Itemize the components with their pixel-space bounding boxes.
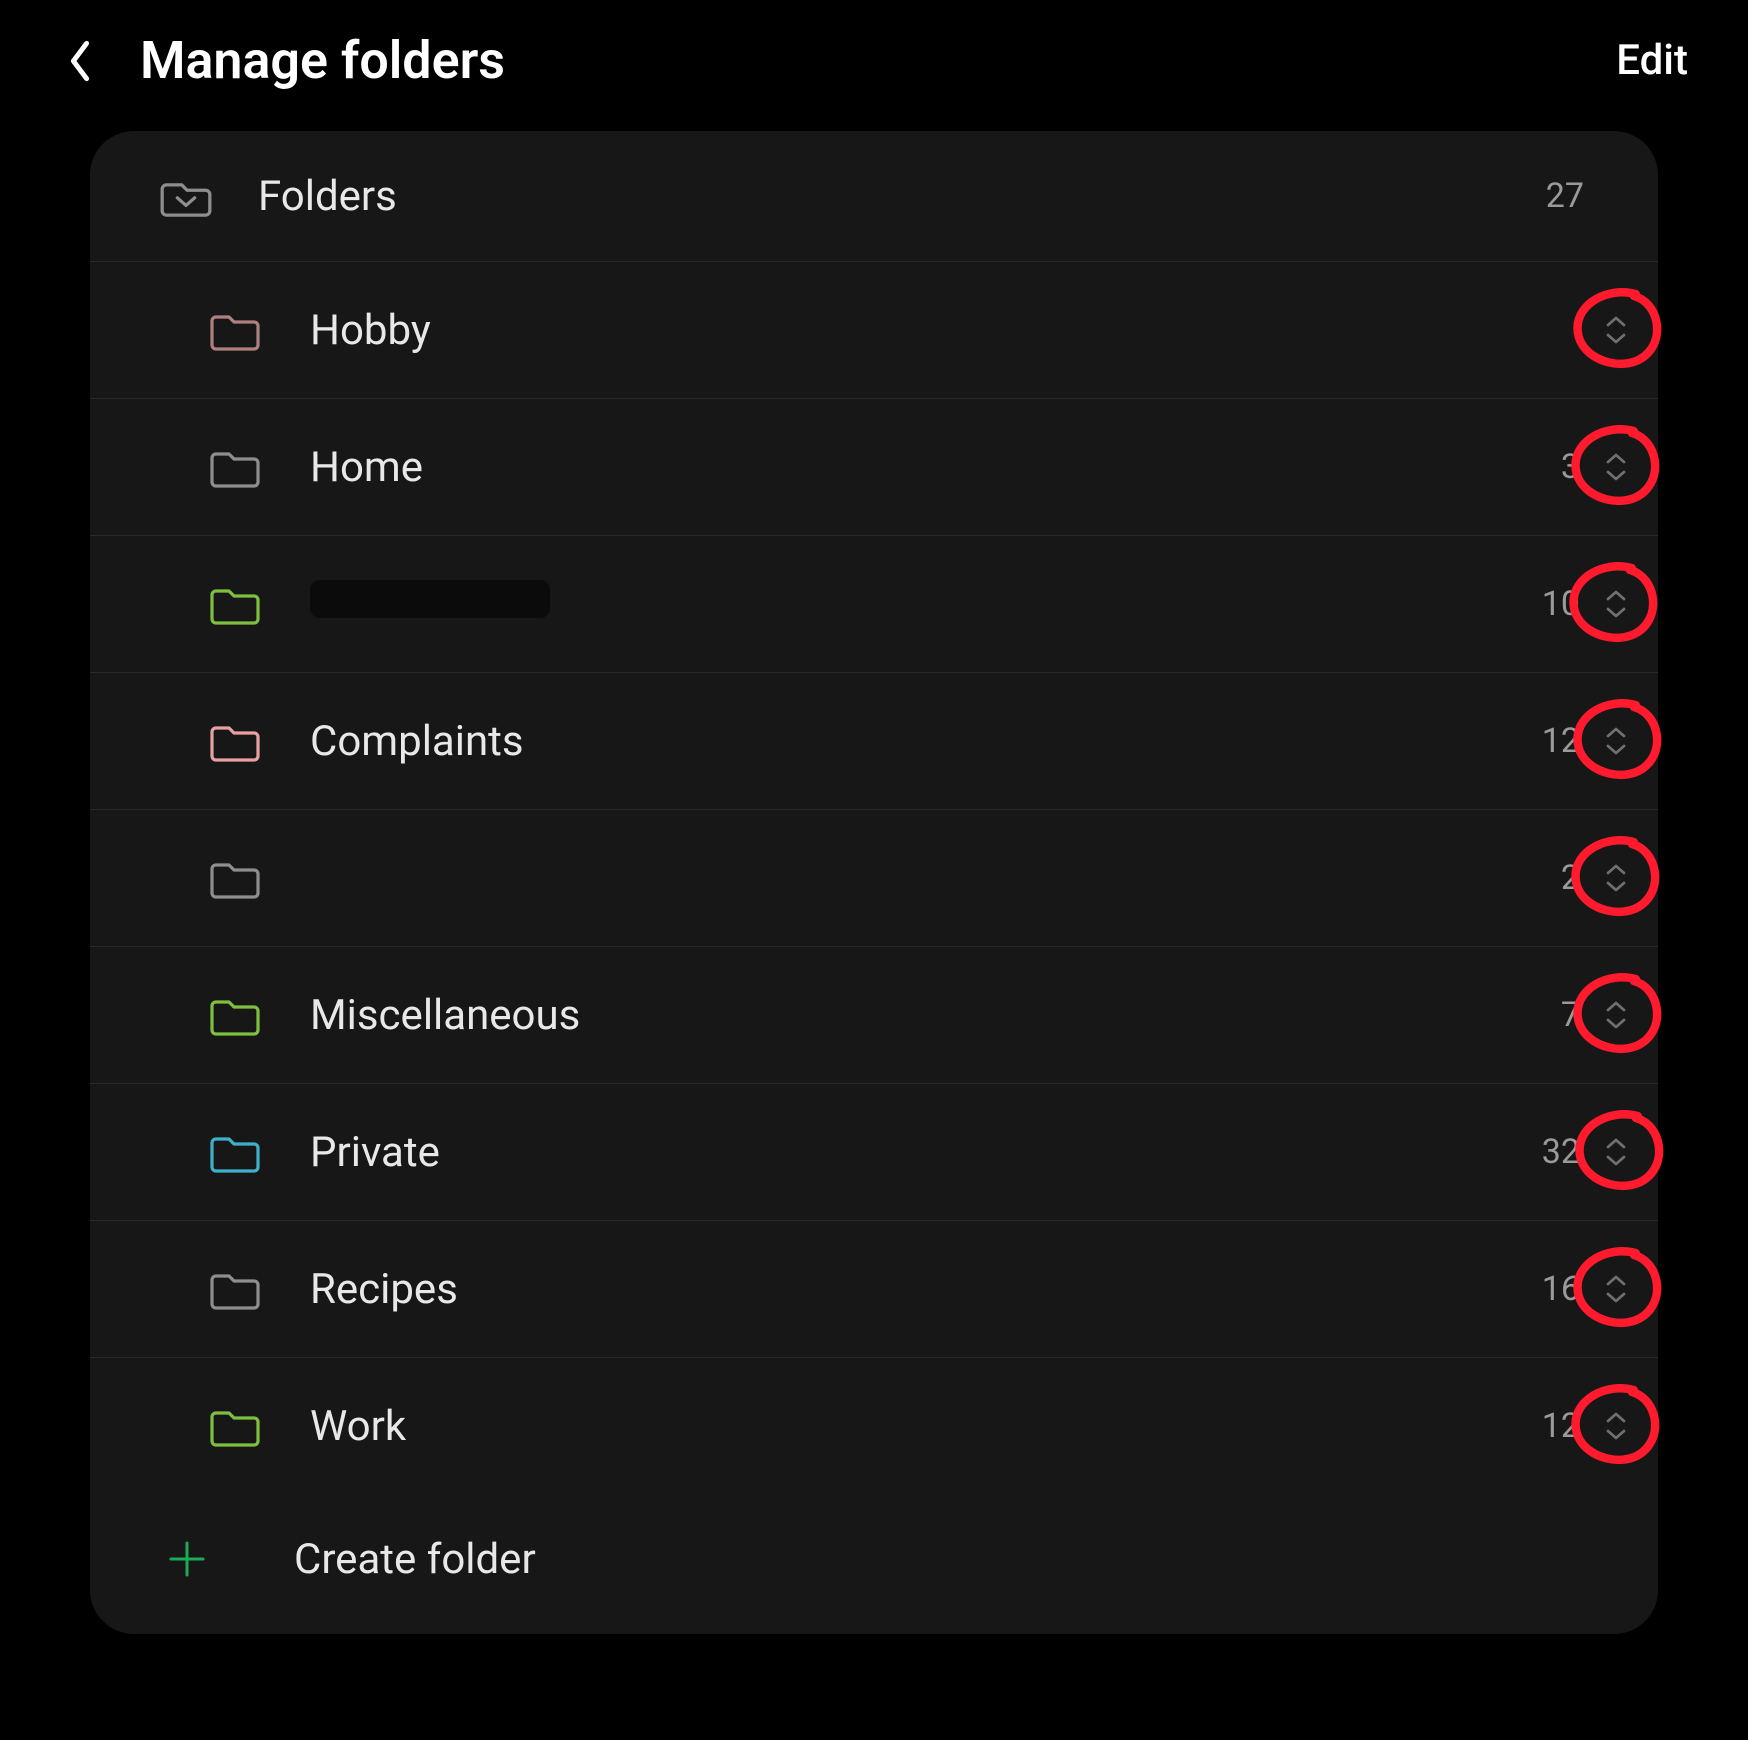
folder-count: 32: [1532, 1132, 1580, 1172]
folder-name: Complaints: [310, 717, 1532, 766]
folder-row[interactable]: Recipes16: [90, 1221, 1658, 1358]
redacted-text: [310, 580, 550, 618]
folder-count: 16: [1532, 1269, 1580, 1309]
chevron-left-icon: [66, 39, 94, 83]
reorder-handle[interactable]: [1594, 1267, 1638, 1311]
folder-icon: [210, 309, 260, 351]
header-bar: Manage folders Edit: [0, 0, 1748, 121]
reorder-handle[interactable]: [1594, 308, 1638, 352]
folder-row[interactable]: Work12: [90, 1358, 1658, 1494]
folder-count: 7: [1532, 995, 1580, 1035]
folder-count: 12: [1532, 1406, 1580, 1446]
folder-name: Recipes: [310, 1265, 1532, 1314]
plus-icon: [164, 1536, 210, 1582]
folder-icon: [210, 583, 260, 625]
create-folder-label: Create folder: [294, 1535, 536, 1584]
reorder-handle[interactable]: [1594, 1130, 1638, 1174]
reorder-handle[interactable]: [1594, 582, 1638, 626]
folder-name: Hobby: [310, 306, 1532, 355]
folder-count: 2: [1532, 858, 1580, 898]
folders-panel: Folders 27 Hobby Home3 10 Complaints12 2…: [90, 131, 1658, 1634]
folder-name: Home: [310, 443, 1532, 492]
folder-open-icon: [160, 170, 212, 222]
folder-row[interactable]: Private32: [90, 1084, 1658, 1221]
reorder-handle[interactable]: [1594, 719, 1638, 763]
reorder-handle[interactable]: [1594, 856, 1638, 900]
folder-icon: [210, 446, 260, 488]
folder-name: Miscellaneous: [310, 991, 1532, 1040]
folder-icon: [210, 1405, 260, 1447]
back-button[interactable]: [60, 41, 100, 81]
folder-icon: [210, 1131, 260, 1173]
folder-icon: [210, 1268, 260, 1310]
folder-row[interactable]: 2: [90, 810, 1658, 947]
folder-name: Private: [310, 1128, 1532, 1177]
folders-root-label: Folders: [258, 172, 1536, 221]
folder-icon: [210, 720, 260, 762]
page-title: Manage folders: [140, 30, 1616, 91]
folder-icon: [210, 994, 260, 1036]
folder-name: [310, 580, 1532, 629]
folders-root-row[interactable]: Folders 27: [90, 131, 1658, 262]
create-folder-button[interactable]: Create folder: [90, 1494, 1658, 1624]
reorder-handle[interactable]: [1594, 993, 1638, 1037]
folder-row[interactable]: Complaints12: [90, 673, 1658, 810]
folder-count: 10: [1532, 584, 1580, 624]
reorder-handle[interactable]: [1594, 445, 1638, 489]
reorder-handle[interactable]: [1594, 1404, 1638, 1448]
folder-row[interactable]: Hobby: [90, 262, 1658, 399]
folder-row[interactable]: Miscellaneous7: [90, 947, 1658, 1084]
folder-count: 3: [1532, 447, 1580, 487]
folder-row[interactable]: Home3: [90, 399, 1658, 536]
folder-count: 12: [1532, 721, 1580, 761]
folders-root-count: 27: [1536, 176, 1584, 216]
folder-name: Work: [310, 1402, 1532, 1451]
folder-icon: [210, 857, 260, 899]
folder-row[interactable]: 10: [90, 536, 1658, 673]
edit-button[interactable]: Edit: [1616, 36, 1688, 85]
